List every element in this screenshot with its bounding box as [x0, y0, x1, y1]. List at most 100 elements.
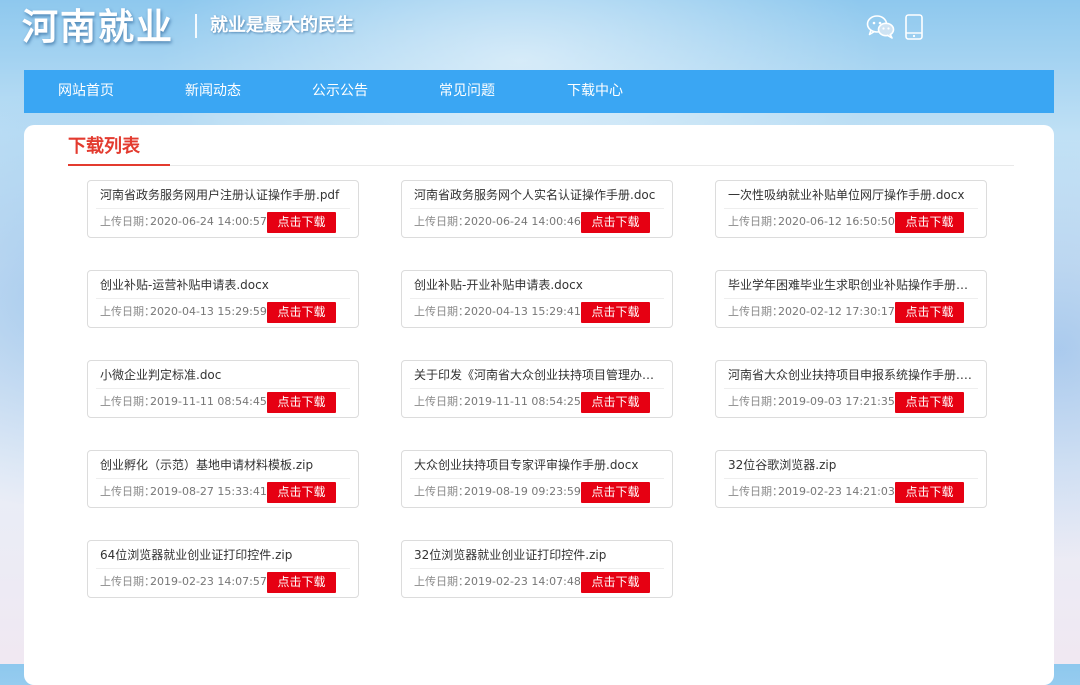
file-card: 河南省政务服务网用户注册认证操作手册.pdf 上传日期： 2020-06-24 14… [87, 180, 359, 238]
card-divider [410, 478, 664, 479]
nav-item-home[interactable]: 网站首页 [58, 70, 114, 113]
card-divider [96, 478, 350, 479]
card-divider [410, 298, 664, 299]
file-card: 河南省大众创业扶持项目申报系统操作手册.pdf 上传日期： 2019-09-03 1… [715, 360, 987, 418]
upload-date-label: 上传日期： [728, 485, 783, 498]
file-name-link[interactable]: 一次性吸纳就业补贴单位网厅操作手册.docx [728, 186, 978, 204]
card-divider [96, 388, 350, 389]
download-button[interactable]: 点击下载 [581, 482, 650, 503]
upload-date-label: 上传日期： [728, 215, 783, 228]
download-button[interactable]: 点击下载 [895, 482, 964, 503]
upload-date: 2020-04-13 15:29:59 [150, 305, 267, 318]
download-button[interactable]: 点击下载 [267, 482, 336, 503]
download-button[interactable]: 点击下载 [267, 572, 336, 593]
file-card: 毕业学年困难毕业生求职创业补贴操作手册（定... 上传日期： 2020-02-12 … [715, 270, 987, 328]
card-divider [96, 298, 350, 299]
file-name-link[interactable]: 大众创业扶持项目专家评审操作手册.docx [414, 456, 664, 474]
file-name-link[interactable]: 河南省政务服务网用户注册认证操作手册.pdf [100, 186, 350, 204]
upload-date-label: 上传日期： [100, 575, 155, 588]
upload-date: 2019-11-11 08:54:25 [464, 395, 581, 408]
file-card: 河南省政务服务网个人实名认证操作手册.doc 上传日期： 2020-06-24 14… [401, 180, 673, 238]
upload-date: 2019-02-23 14:21:03 [778, 485, 895, 498]
file-name-link[interactable]: 创业孵化（示范）基地申请材料模板.zip [100, 456, 350, 474]
download-panel: 下载列表 河南省政务服务网用户注册认证操作手册.pdf 上传日期： 2020-06-… [24, 125, 1054, 685]
wechat-icon[interactable] [866, 14, 896, 44]
nav-item-news[interactable]: 新闻动态 [185, 70, 241, 113]
card-divider [410, 568, 664, 569]
title-divider [68, 165, 1014, 166]
upload-date-label: 上传日期： [728, 395, 783, 408]
upload-date-label: 上传日期： [728, 305, 783, 318]
download-button[interactable]: 点击下载 [581, 212, 650, 233]
download-button[interactable]: 点击下载 [895, 212, 964, 233]
upload-date: 2019-08-27 15:33:41 [150, 485, 267, 498]
file-name-link[interactable]: 关于印发《河南省大众创业扶持项目管理办法(试... [414, 366, 664, 384]
file-name-link[interactable]: 毕业学年困难毕业生求职创业补贴操作手册（定... [728, 276, 978, 294]
card-divider [410, 388, 664, 389]
card-divider [410, 208, 664, 209]
download-button[interactable]: 点击下载 [581, 392, 650, 413]
upload-date-label: 上传日期： [100, 485, 155, 498]
card-divider [724, 208, 978, 209]
file-card: 关于印发《河南省大众创业扶持项目管理办法(试... 上传日期： 2019-11-11… [401, 360, 673, 418]
site-logo[interactable]: 河南就业 [22, 2, 174, 52]
title-accent-bar [68, 164, 170, 166]
download-button[interactable]: 点击下载 [267, 392, 336, 413]
download-button[interactable]: 点击下载 [267, 302, 336, 323]
download-button[interactable]: 点击下载 [267, 212, 336, 233]
upload-date-label: 上传日期： [100, 305, 155, 318]
file-card: 32位谷歌浏览器.zip 上传日期： 2019-02-23 14:21:03 点击下载 [715, 450, 987, 508]
download-button[interactable]: 点击下载 [895, 392, 964, 413]
file-card: 创业补贴-运营补贴申请表.docx 上传日期： 2020-04-13 15:29:5… [87, 270, 359, 328]
upload-date-label: 上传日期： [100, 215, 155, 228]
file-card: 64位浏览器就业创业证打印控件.zip 上传日期： 2019-02-23 14:07… [87, 540, 359, 598]
upload-date: 2020-06-24 14:00:46 [464, 215, 581, 228]
file-card: 一次性吸纳就业补贴单位网厅操作手册.docx 上传日期： 2020-06-12 16… [715, 180, 987, 238]
file-name-link[interactable]: 64位浏览器就业创业证打印控件.zip [100, 546, 350, 564]
upload-date: 2019-08-19 09:23:59 [464, 485, 581, 498]
upload-date-label: 上传日期： [414, 215, 469, 228]
upload-date: 2019-02-23 14:07:57 [150, 575, 267, 588]
file-card: 创业孵化（示范）基地申请材料模板.zip 上传日期： 2019-08-27 15:3… [87, 450, 359, 508]
upload-date: 2020-06-12 16:50:50 [778, 215, 895, 228]
download-button[interactable]: 点击下载 [895, 302, 964, 323]
card-divider [724, 478, 978, 479]
upload-date: 2020-04-13 15:29:41 [464, 305, 581, 318]
upload-date: 2020-06-24 14:00:57 [150, 215, 267, 228]
site-slogan: 就业是最大的民生 [210, 15, 354, 36]
upload-date-label: 上传日期： [414, 485, 469, 498]
nav-item-faq[interactable]: 常见问题 [439, 70, 495, 113]
file-name-link[interactable]: 32位浏览器就业创业证打印控件.zip [414, 546, 664, 564]
file-name-link[interactable]: 河南省大众创业扶持项目申报系统操作手册.pdf [728, 366, 978, 384]
nav-item-announcements[interactable]: 公示公告 [312, 70, 368, 113]
main-nav: 网站首页 新闻动态 公示公告 常见问题 下载中心 [24, 70, 1054, 113]
card-divider [724, 298, 978, 299]
file-card: 32位浏览器就业创业证打印控件.zip 上传日期： 2019-02-23 14:07… [401, 540, 673, 598]
file-name-link[interactable]: 小微企业判定标准.doc [100, 366, 350, 384]
file-name-link[interactable]: 河南省政务服务网个人实名认证操作手册.doc [414, 186, 664, 204]
file-name-link[interactable]: 创业补贴-开业补贴申请表.docx [414, 276, 664, 294]
upload-date: 2019-02-23 14:07:48 [464, 575, 581, 588]
upload-date: 2019-11-11 08:54:45 [150, 395, 267, 408]
file-card: 大众创业扶持项目专家评审操作手册.docx 上传日期： 2019-08-19 09:… [401, 450, 673, 508]
file-name-link[interactable]: 创业补贴-运营补贴申请表.docx [100, 276, 350, 294]
download-list-title: 下载列表 [68, 136, 140, 157]
file-name-link[interactable]: 32位谷歌浏览器.zip [728, 456, 978, 474]
upload-date: 2019-09-03 17:21:35 [778, 395, 895, 408]
download-button[interactable]: 点击下载 [581, 302, 650, 323]
card-divider [724, 388, 978, 389]
nav-item-downloads[interactable]: 下载中心 [567, 70, 623, 113]
site-header: 河南就业 就业是最大的民生 [0, 0, 1080, 70]
upload-date-label: 上传日期： [414, 575, 469, 588]
card-divider [96, 208, 350, 209]
mobile-icon[interactable] [904, 14, 924, 44]
logo-divider [195, 14, 197, 38]
file-card: 小微企业判定标准.doc 上传日期： 2019-11-11 08:54:45 点击下载 [87, 360, 359, 418]
file-card: 创业补贴-开业补贴申请表.docx 上传日期： 2020-04-13 15:29:4… [401, 270, 673, 328]
upload-date-label: 上传日期： [414, 305, 469, 318]
upload-date-label: 上传日期： [100, 395, 155, 408]
upload-date: 2020-02-12 17:30:17 [778, 305, 895, 318]
card-divider [96, 568, 350, 569]
download-button[interactable]: 点击下载 [581, 572, 650, 593]
upload-date-label: 上传日期： [414, 395, 469, 408]
